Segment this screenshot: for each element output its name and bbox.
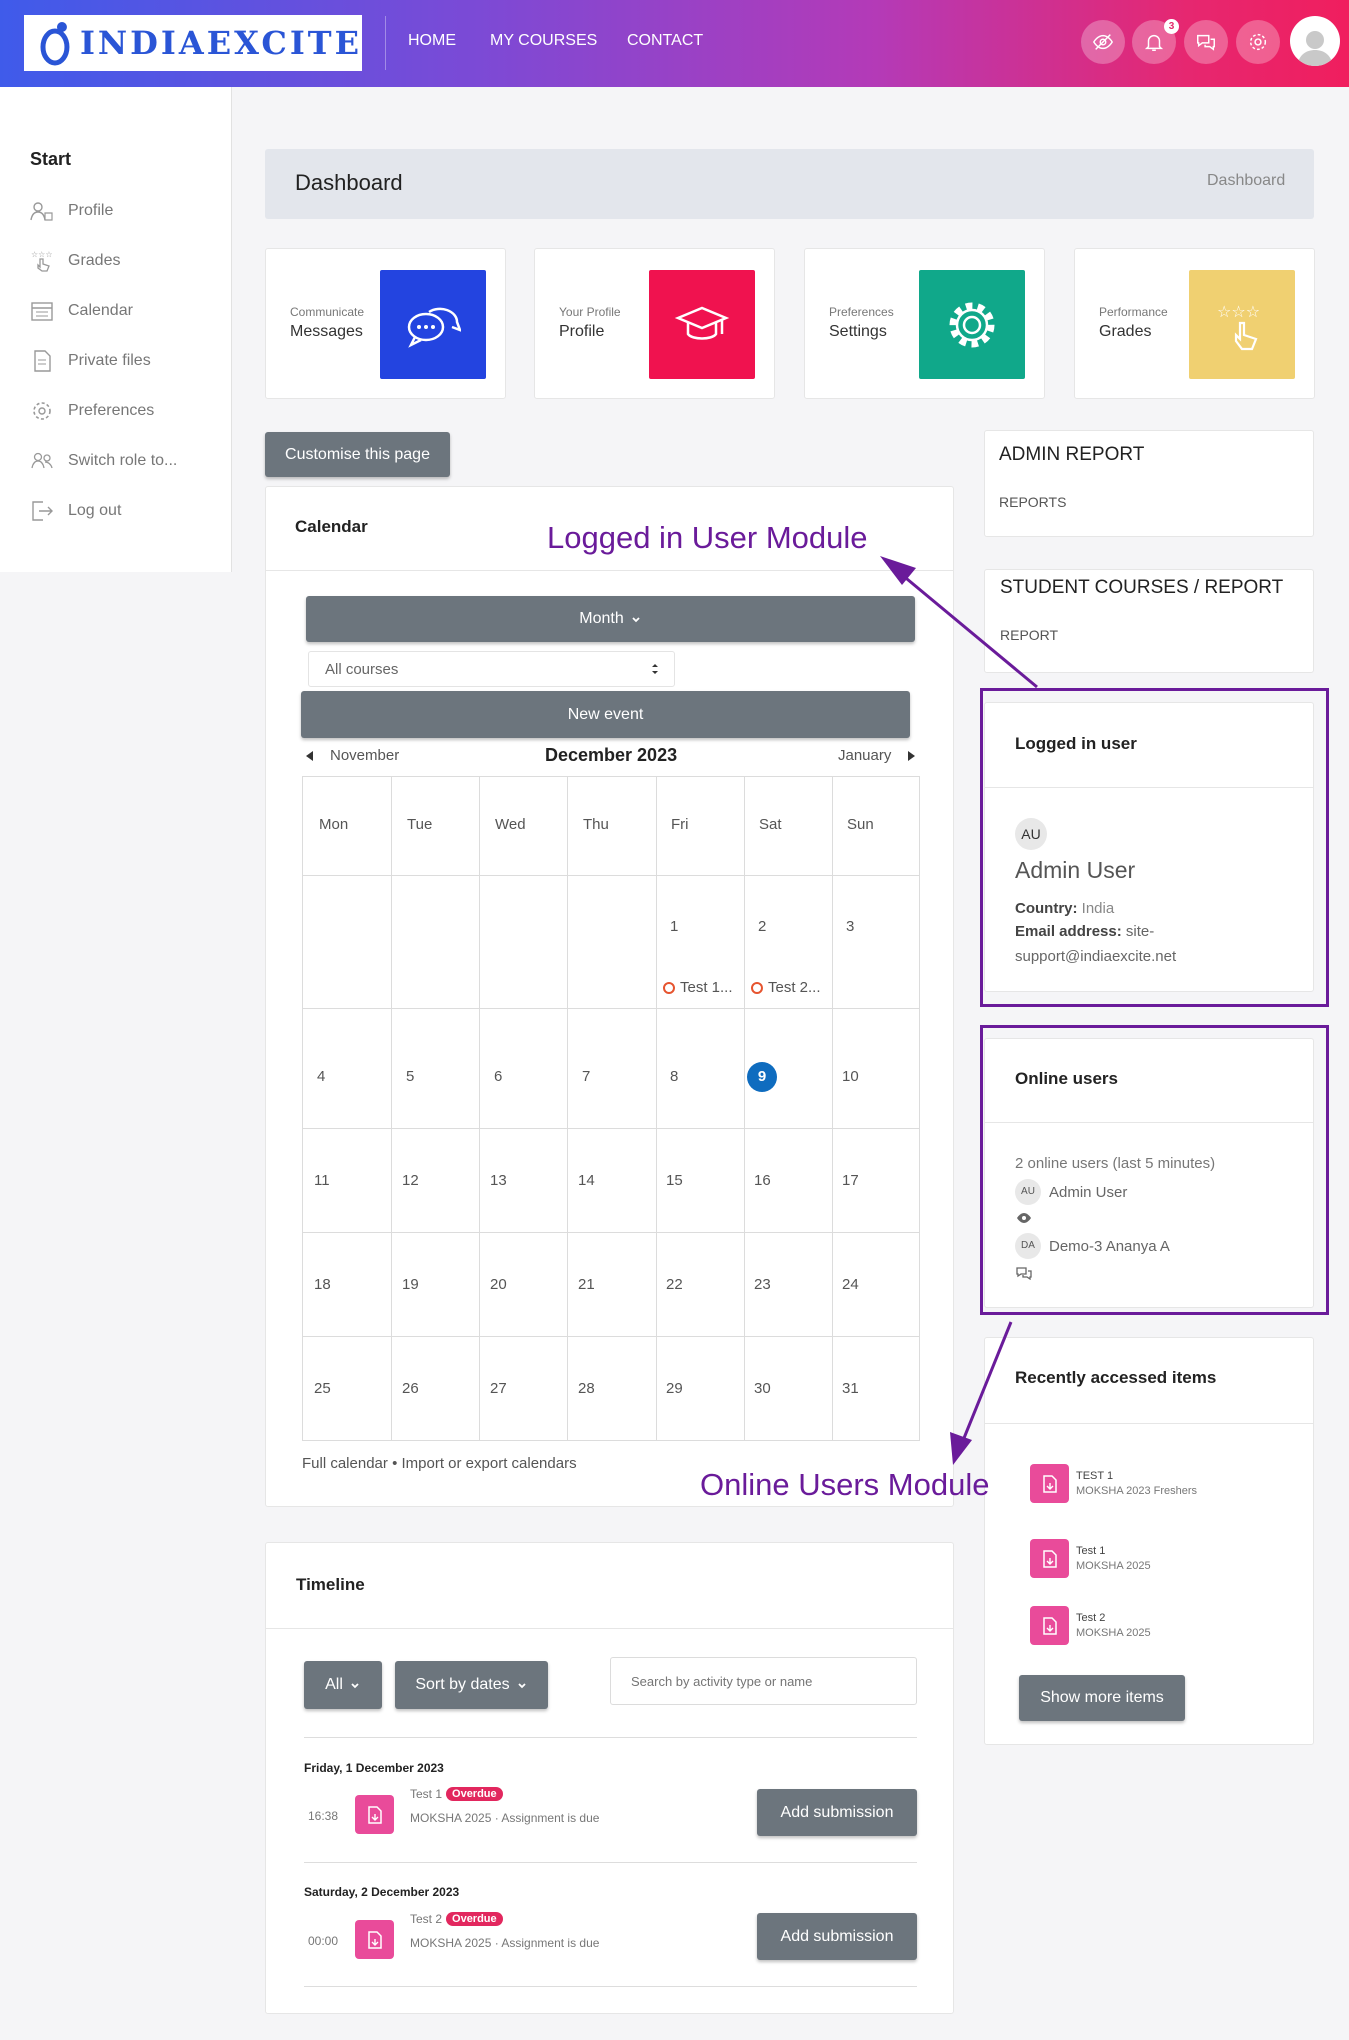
annotation-arrows	[880, 556, 1038, 1465]
arrowhead-icon	[950, 1432, 972, 1465]
arrow-line	[960, 1321, 1013, 1444]
arrow-line	[894, 567, 1038, 689]
